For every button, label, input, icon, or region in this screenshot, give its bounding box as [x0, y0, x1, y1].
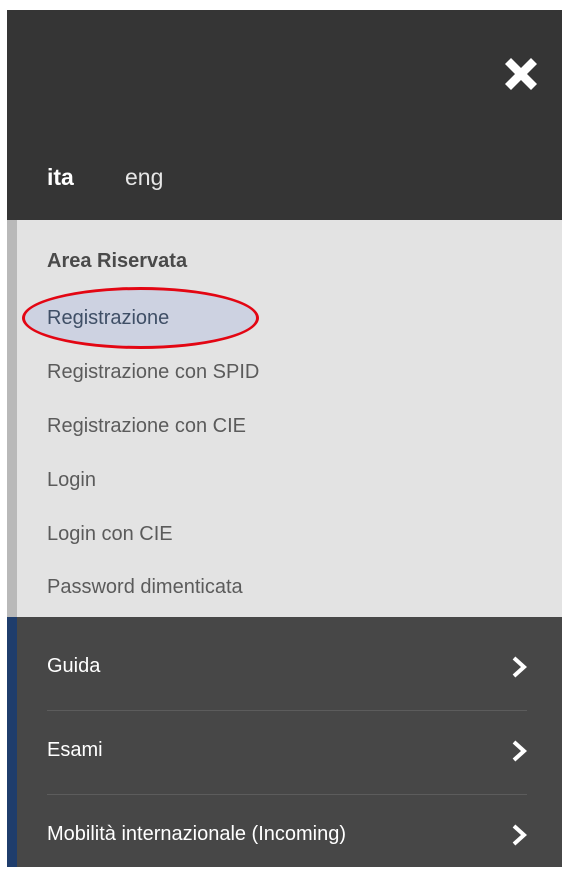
language-ita[interactable]: ita — [47, 160, 74, 194]
menu-item-mobilita[interactable]: Mobilità internazionale (Incoming) — [47, 793, 537, 877]
main-menu: Guida Esami Mobilità internazionale (Inc… — [7, 617, 562, 867]
menu-item-label: Guida — [47, 655, 101, 677]
language-eng[interactable]: eng — [125, 160, 163, 194]
menu-item-label: Esami — [47, 739, 103, 761]
login-link[interactable]: Login — [47, 469, 96, 492]
password-dimenticata-link[interactable]: Password dimenticata — [47, 576, 243, 599]
menu-item-guida[interactable]: Guida — [47, 625, 537, 709]
section-rail — [7, 220, 17, 617]
login-cie-link[interactable]: Login con CIE — [47, 523, 173, 546]
menu-header: ita eng — [7, 10, 562, 220]
close-icon — [505, 58, 537, 90]
chevron-right-icon — [512, 824, 527, 846]
menu-item-label: Mobilità internazionale (Incoming) — [47, 823, 347, 845]
mobile-menu-panel: ita eng Area Riservata Registrazione Reg… — [7, 10, 562, 867]
page: ita eng Area Riservata Registrazione Reg… — [0, 0, 562, 867]
menu-rail — [7, 617, 17, 867]
area-riservata-title: Area Riservata — [47, 250, 188, 272]
chevron-right-icon — [512, 656, 527, 678]
area-riservata-section: Area Riservata Registrazione Registrazio… — [7, 220, 562, 617]
registrazione-link[interactable]: Registrazione — [47, 307, 169, 330]
menu-item-esami[interactable]: Esami — [47, 709, 537, 793]
close-button[interactable] — [497, 50, 545, 98]
chevron-right-icon — [512, 740, 527, 762]
registrazione-cie-link[interactable]: Registrazione con CIE — [47, 415, 246, 438]
registrazione-spid-link[interactable]: Registrazione con SPID — [47, 361, 259, 384]
